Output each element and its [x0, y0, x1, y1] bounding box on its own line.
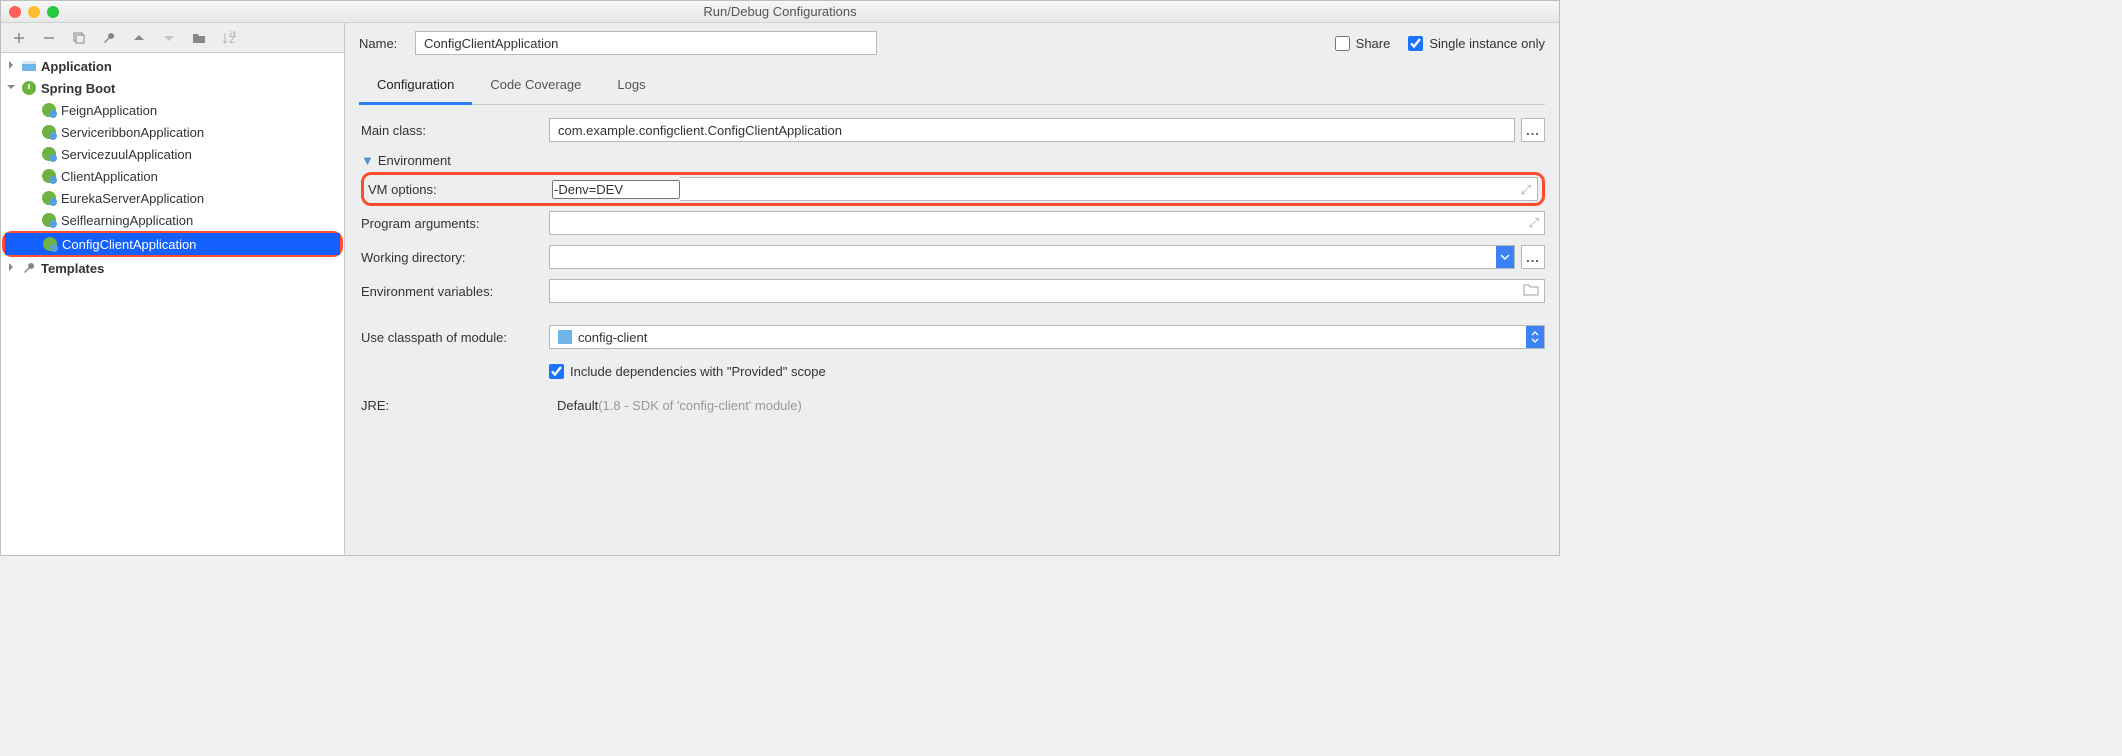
vm-options-highlight: VM options: ⤢ — [361, 172, 1545, 206]
tab-code-coverage[interactable]: Code Coverage — [472, 69, 599, 104]
window-title: Run/Debug Configurations — [9, 4, 1551, 19]
tab-logs[interactable]: Logs — [599, 69, 663, 104]
vm-options-input[interactable] — [552, 180, 680, 199]
left-panel: az Application Spring Boot FeignApplicat… — [1, 23, 345, 555]
tabs: Configuration Code Coverage Logs — [359, 69, 1545, 105]
tree-item[interactable]: ServiceribbonApplication — [1, 121, 344, 143]
tree-item[interactable]: EurekaServerApplication — [1, 187, 344, 209]
spring-boot-icon — [41, 212, 57, 228]
wrench-icon[interactable] — [101, 30, 117, 46]
vm-options-label: VM options: — [368, 182, 552, 197]
spring-boot-icon — [41, 190, 57, 206]
application-icon — [21, 58, 37, 74]
program-args-label: Program arguments: — [361, 216, 549, 231]
jre-dropdown[interactable]: Default (1.8 - SDK of 'config-client' mo… — [549, 393, 1545, 417]
dropdown-arrow-icon[interactable] — [1526, 326, 1544, 348]
include-provided-checkbox[interactable]: Include dependencies with "Provided" sco… — [549, 364, 826, 379]
tree-node-templates[interactable]: Templates — [1, 257, 344, 279]
spring-boot-icon — [41, 124, 57, 140]
up-icon[interactable] — [131, 30, 147, 46]
environment-section-header[interactable]: ▼ Environment — [361, 153, 1545, 168]
browse-button[interactable]: ... — [1521, 118, 1545, 142]
working-dir-input[interactable] — [549, 245, 1515, 269]
remove-icon[interactable] — [41, 30, 57, 46]
classpath-label: Use classpath of module: — [361, 330, 549, 345]
chevron-right-icon — [7, 263, 17, 273]
tree-toolbar: az — [1, 23, 344, 53]
expand-icon[interactable]: ⤢ — [1521, 182, 1531, 198]
main-class-input[interactable] — [549, 118, 1515, 142]
spring-boot-icon — [21, 80, 37, 96]
spring-boot-icon — [42, 236, 58, 252]
window-minimize-icon[interactable] — [28, 6, 40, 18]
tab-configuration[interactable]: Configuration — [359, 69, 472, 105]
share-checkbox[interactable]: Share — [1335, 36, 1391, 51]
folder-icon[interactable] — [191, 30, 207, 46]
tree-item-selected[interactable]: ConfigClientApplication — [5, 233, 340, 255]
program-args-input[interactable] — [549, 211, 1545, 235]
spring-boot-icon — [41, 146, 57, 162]
env-vars-label: Environment variables: — [361, 284, 549, 299]
expand-icon[interactable]: ⤢ — [1529, 215, 1539, 231]
down-icon[interactable] — [161, 30, 177, 46]
svg-text:z: z — [229, 31, 236, 45]
config-tree[interactable]: Application Spring Boot FeignApplication… — [1, 53, 344, 555]
browse-button[interactable]: ... — [1521, 245, 1545, 269]
copy-icon[interactable] — [71, 30, 87, 46]
tree-item[interactable]: ServicezuulApplication — [1, 143, 344, 165]
module-icon — [558, 330, 572, 344]
jre-label: JRE: — [361, 398, 549, 413]
working-dir-label: Working directory: — [361, 250, 549, 265]
tree-item[interactable]: SelflearningApplication — [1, 209, 344, 231]
classpath-dropdown[interactable]: config-client — [549, 325, 1545, 349]
tree-node-application[interactable]: Application — [1, 55, 344, 77]
name-label: Name: — [359, 36, 415, 51]
window-zoom-icon[interactable] — [47, 6, 59, 18]
single-instance-checkbox[interactable]: Single instance only — [1408, 36, 1545, 51]
right-panel: Name: Share Single instance only Configu… — [345, 23, 1559, 555]
titlebar: Run/Debug Configurations — [1, 1, 1559, 23]
window-close-icon[interactable] — [9, 6, 21, 18]
folder-open-icon[interactable] — [1523, 282, 1539, 296]
spring-boot-icon — [41, 168, 57, 184]
wrench-icon — [21, 260, 37, 276]
tree-item[interactable]: FeignApplication — [1, 99, 344, 121]
env-vars-input[interactable] — [549, 279, 1545, 303]
chevron-down-icon — [7, 83, 17, 93]
name-input[interactable] — [415, 31, 877, 55]
tree-node-springboot[interactable]: Spring Boot — [1, 77, 344, 99]
sort-az-icon[interactable]: az — [221, 30, 237, 46]
spring-boot-icon — [41, 102, 57, 118]
main-class-label: Main class: — [361, 123, 549, 138]
selected-highlight: ConfigClientApplication — [2, 231, 343, 257]
tree-item[interactable]: ClientApplication — [1, 165, 344, 187]
chevron-right-icon — [7, 61, 17, 71]
chevron-down-icon: ▼ — [361, 153, 374, 168]
add-icon[interactable] — [11, 30, 27, 46]
dropdown-arrow-icon[interactable] — [1496, 246, 1514, 268]
